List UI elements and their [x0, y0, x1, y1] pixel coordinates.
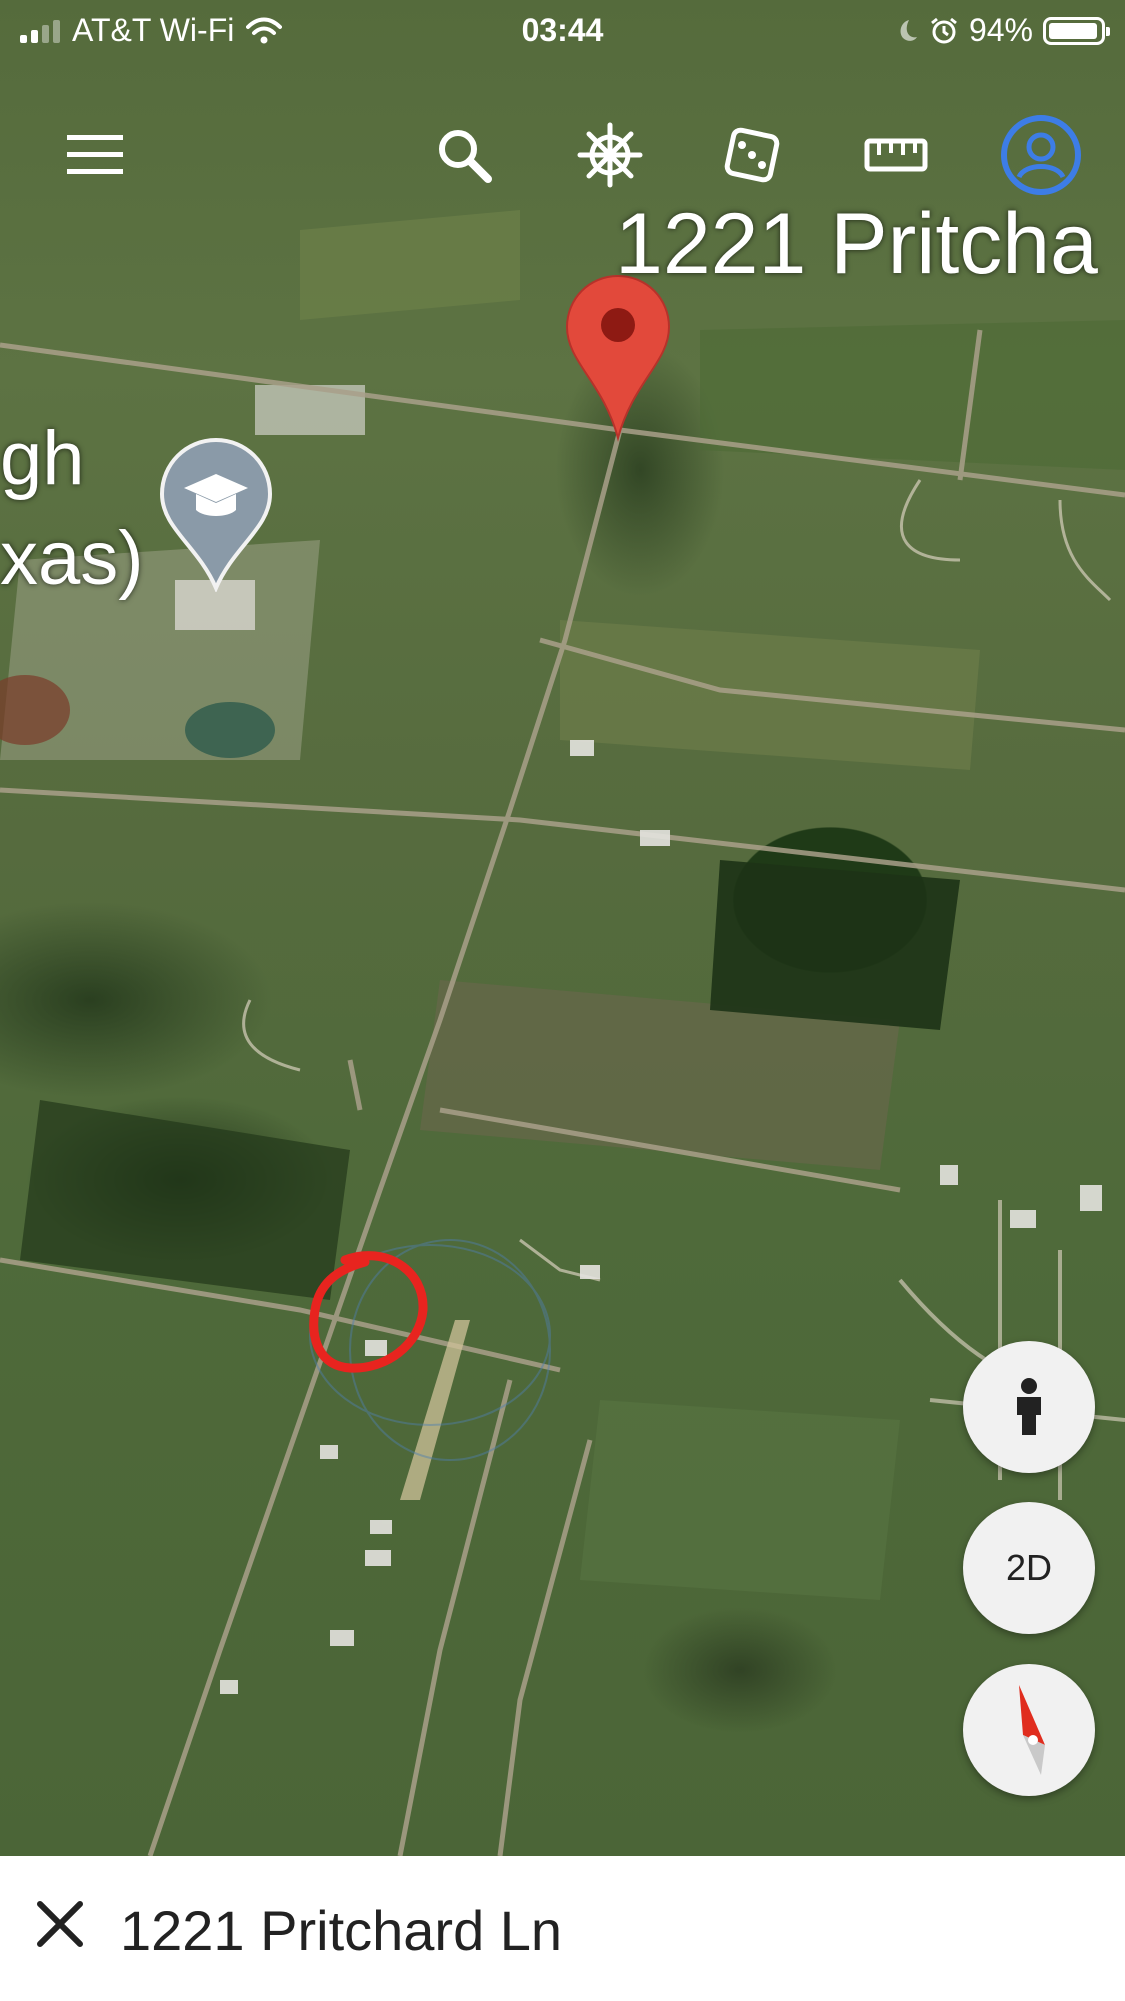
- poi-label-line1: gh: [0, 416, 85, 501]
- voyager-button[interactable]: [570, 115, 650, 195]
- bottom-address-bar: 1221 Pritchard Ln: [0, 1856, 1125, 2001]
- alarm-icon: [931, 17, 957, 43]
- red-annotation-circle: [309, 1251, 428, 1373]
- search-button[interactable]: [424, 115, 504, 195]
- battery-percent: 94%: [968, 12, 1033, 48]
- measure-button[interactable]: [856, 115, 936, 195]
- place-label: 1221 Pritcha: [615, 196, 1098, 292]
- status-right: 94%: [893, 12, 1110, 49]
- battery-icon: [1043, 16, 1110, 45]
- compass-icon: [1019, 1685, 1045, 1775]
- menu-icon: [67, 135, 123, 174]
- status-bar: AT&T Wi-Fi 03:44 94%: [0, 0, 1125, 60]
- view-mode-label: 2D: [1005, 1547, 1053, 1588]
- close-button[interactable]: [30, 1894, 90, 1954]
- voyager-wheel-icon: [577, 122, 643, 188]
- street-view-button[interactable]: [963, 1341, 1095, 1473]
- account-icon: [1001, 115, 1081, 195]
- search-icon: [439, 130, 492, 183]
- pegman-icon: [1017, 1378, 1041, 1435]
- school-poi-icon[interactable]: [158, 436, 274, 592]
- ruler-icon: [864, 138, 928, 172]
- location-pin-icon[interactable]: [563, 272, 673, 442]
- compass-button[interactable]: [963, 1664, 1095, 1796]
- view-mode-button[interactable]: 2D: [963, 1502, 1095, 1634]
- feeling-lucky-button[interactable]: [712, 115, 792, 195]
- moon-icon: [900, 19, 917, 41]
- menu-button[interactable]: [55, 115, 135, 195]
- close-icon: [37, 1901, 83, 1947]
- satellite-map[interactable]: 1221 Pritcha gh xas): [0, 0, 1125, 1856]
- address-title[interactable]: 1221 Pritchard Ln: [120, 1898, 562, 1963]
- dice-icon: [724, 127, 780, 183]
- account-button[interactable]: [999, 113, 1083, 197]
- poi-label-line2: xas): [0, 516, 144, 601]
